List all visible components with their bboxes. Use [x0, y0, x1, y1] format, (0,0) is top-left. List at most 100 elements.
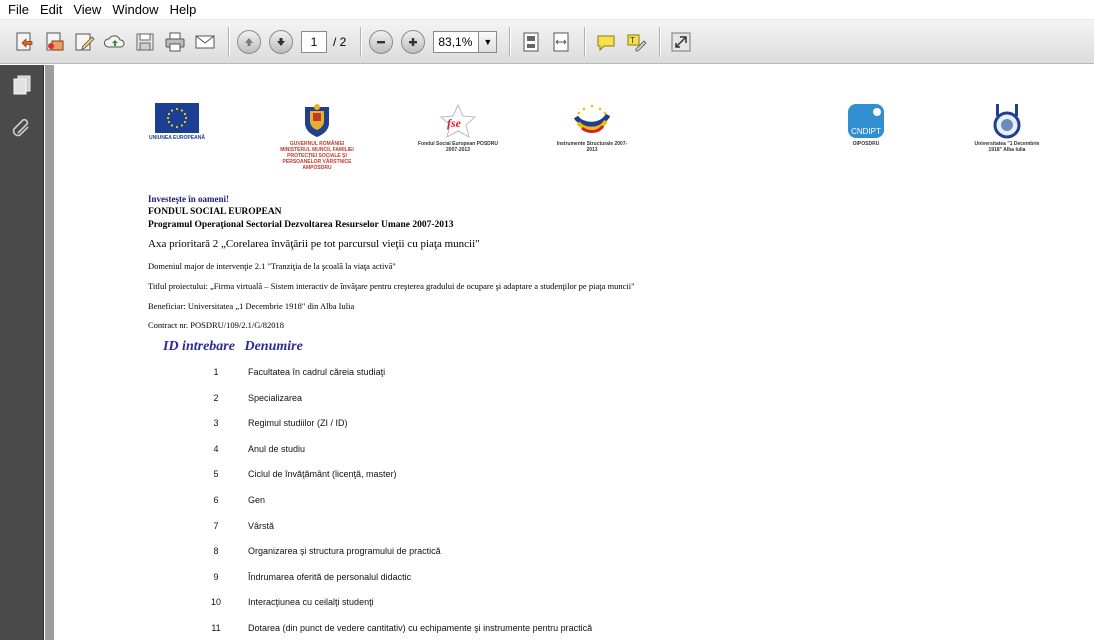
structural-instruments-icon [573, 104, 611, 133]
print-icon[interactable] [162, 29, 188, 55]
question-name: Regimul studiilor (ZI / ID) [248, 418, 348, 429]
question-id: 1 [213, 367, 219, 377]
minus-icon [377, 40, 386, 43]
eu-flag-icon [155, 103, 199, 133]
toolbar-divider [228, 26, 229, 57]
question-name: Îndrumarea oferită de personalul didacti… [248, 571, 412, 582]
fit-page-icon[interactable] [518, 29, 544, 55]
question-id: 5 [213, 469, 219, 480]
column-id-header: ID intrebare [163, 339, 235, 354]
table-row: 9 Îndrumarea oferită de personalul didact… [54, 572, 854, 586]
edit-document-icon[interactable] [72, 29, 98, 55]
table-row: 11 Dotarea (din punct de vedere cantitati… [54, 623, 854, 637]
create-pdf-icon[interactable] [42, 29, 68, 55]
slogan: Investeşte în oameni! [148, 194, 229, 204]
full-screen-icon[interactable] [668, 29, 694, 55]
menu-edit[interactable]: Edit [36, 2, 69, 17]
open-icon[interactable] [12, 29, 38, 55]
fse-logo: fse Fondul Social European POSDRU 2007-2… [414, 103, 502, 153]
question-id: 8 [213, 546, 219, 557]
fse-star-icon: fse [439, 103, 477, 138]
document-view[interactable]: UNIUNEA EUROPEANĂ GUVERNUL ROMÂNIEI MINI… [45, 65, 1094, 640]
table-row: 8 Organizarea şi structura programului de… [54, 546, 854, 560]
coat-of-arms-icon [305, 104, 329, 137]
arrow-up-icon [245, 37, 253, 46]
toolbar-divider [360, 26, 362, 57]
table-row: 7 Vârstă [54, 521, 854, 535]
question-id: 7 [213, 520, 219, 531]
save-icon[interactable] [132, 29, 158, 55]
menu-view[interactable]: View [69, 2, 108, 17]
question-name: Facultatea în cadrul căreia studiaţi [248, 367, 386, 377]
svg-text:fse: fse [447, 116, 462, 130]
upload-icon[interactable] [102, 29, 128, 55]
beneficiary: Beneficiar: Universitatea „1 Decembrie 1… [148, 301, 355, 311]
table-row: 5 Ciclul de învăţământ (licenţă, master) [54, 469, 854, 483]
zoom-value: 83,1% [438, 34, 473, 49]
menu-window[interactable]: Window [108, 2, 165, 17]
question-name: Interacţiunea cu ceilalţi studenţi [248, 597, 374, 608]
plus-icon [409, 37, 418, 46]
intervention-domain: Domeniul major de intervenţie 2.1 "Tranz… [148, 261, 396, 271]
fit-width-icon[interactable] [548, 29, 574, 55]
toolbar-divider [659, 26, 661, 57]
question-name: Organizarea şi structura programului de … [248, 546, 441, 557]
question-id: 6 [213, 495, 219, 505]
navigation-panel [0, 65, 44, 640]
menu-bar: File Edit View Window Help [0, 0, 1094, 20]
university-logo: Universitatea "1 Decembrie 1918" Alba Iu… [972, 103, 1042, 153]
question-name: Ciclul de învăţământ (licenţă, master) [248, 469, 397, 480]
pages-icon[interactable] [10, 73, 34, 97]
column-name-header: Denumire [244, 339, 303, 354]
fse-caption: Fondul Social European POSDRU 2007-2013 [417, 141, 498, 153]
page-total: / 2 [333, 34, 347, 49]
table-header: ID intrebare Denumire [163, 339, 309, 355]
menu-help[interactable]: Help [166, 2, 204, 17]
comment-icon[interactable] [593, 29, 619, 55]
question-name: Specializarea [248, 392, 303, 403]
page-number-input[interactable]: 1 [301, 30, 327, 53]
question-name: Vârstă [248, 520, 275, 531]
next-page-button[interactable] [269, 29, 293, 54]
university-seal-icon [993, 104, 1021, 139]
previous-page-button[interactable] [237, 29, 261, 54]
contract-number: Contract nr. POSDRU/109/2.1/G/82018 [148, 320, 285, 330]
program-name: Programul Operaţional Sectorial Dezvolta… [148, 220, 454, 230]
table-row: 1 Facultatea în cadrul căreia studiaţi [54, 367, 854, 381]
highlight-icon[interactable]: T [623, 29, 649, 55]
question-id: 2 [213, 392, 219, 403]
email-icon[interactable] [192, 29, 218, 55]
university-caption: Universitatea "1 Decembrie 1918" Alba Iu… [974, 141, 1040, 153]
attachments-icon[interactable] [10, 115, 34, 139]
eu-logo: UNIUNEA EUROPEANĂ [144, 103, 210, 141]
cndipt-caption: OIPOSDRU [852, 141, 880, 147]
zoom-select[interactable]: 83,1% ▼ [433, 30, 498, 53]
question-name: Gen [248, 495, 266, 505]
table-row: 3 Regimul studiilor (ZI / ID) [54, 418, 854, 432]
zoom-out-button[interactable] [369, 29, 394, 54]
question-id: 4 [213, 443, 219, 454]
toolbar-divider [584, 26, 586, 57]
government-caption: GUVERNUL ROMÂNIEI MINISTERUL MUNCII, FAM… [280, 141, 354, 171]
priority-axis: Axa prioritară 2 „Corelarea învăţării pe… [148, 238, 480, 250]
svg-text:T: T [630, 36, 635, 45]
chevron-down-icon[interactable]: ▼ [478, 31, 497, 52]
table-row: 4 Anul de studiu [54, 444, 854, 458]
question-id: 9 [213, 571, 219, 582]
menu-file[interactable]: File [4, 2, 36, 17]
cndipt-logo-text: CNDIPT [851, 127, 881, 136]
table-row: 2 Specializarea [54, 393, 854, 407]
eu-caption: UNIUNEA EUROPEANĂ [149, 135, 205, 141]
structural-instruments-logo: Instrumente Structurale 2007-2013 [552, 103, 632, 153]
pdf-page: UNIUNEA EUROPEANĂ GUVERNUL ROMÂNIEI MINI… [54, 65, 1094, 640]
toolbar: 1 / 2 83,1% ▼ T [0, 20, 1094, 64]
question-id: 10 [210, 597, 221, 608]
question-id: 11 [211, 623, 221, 633]
cndipt-logo: CNDIPT OIPOSDRU [842, 103, 890, 147]
fund-name: FONDUL SOCIAL EUROPEAN [148, 207, 282, 217]
question-id: 3 [213, 418, 219, 429]
government-logo: GUVERNUL ROMÂNIEI MINISTERUL MUNCII, FAM… [276, 103, 358, 171]
zoom-in-button[interactable] [401, 29, 426, 54]
question-name: Anul de studiu [248, 443, 306, 454]
project-title: Titlul proiectului: „Firma virtuală – Si… [148, 281, 635, 291]
